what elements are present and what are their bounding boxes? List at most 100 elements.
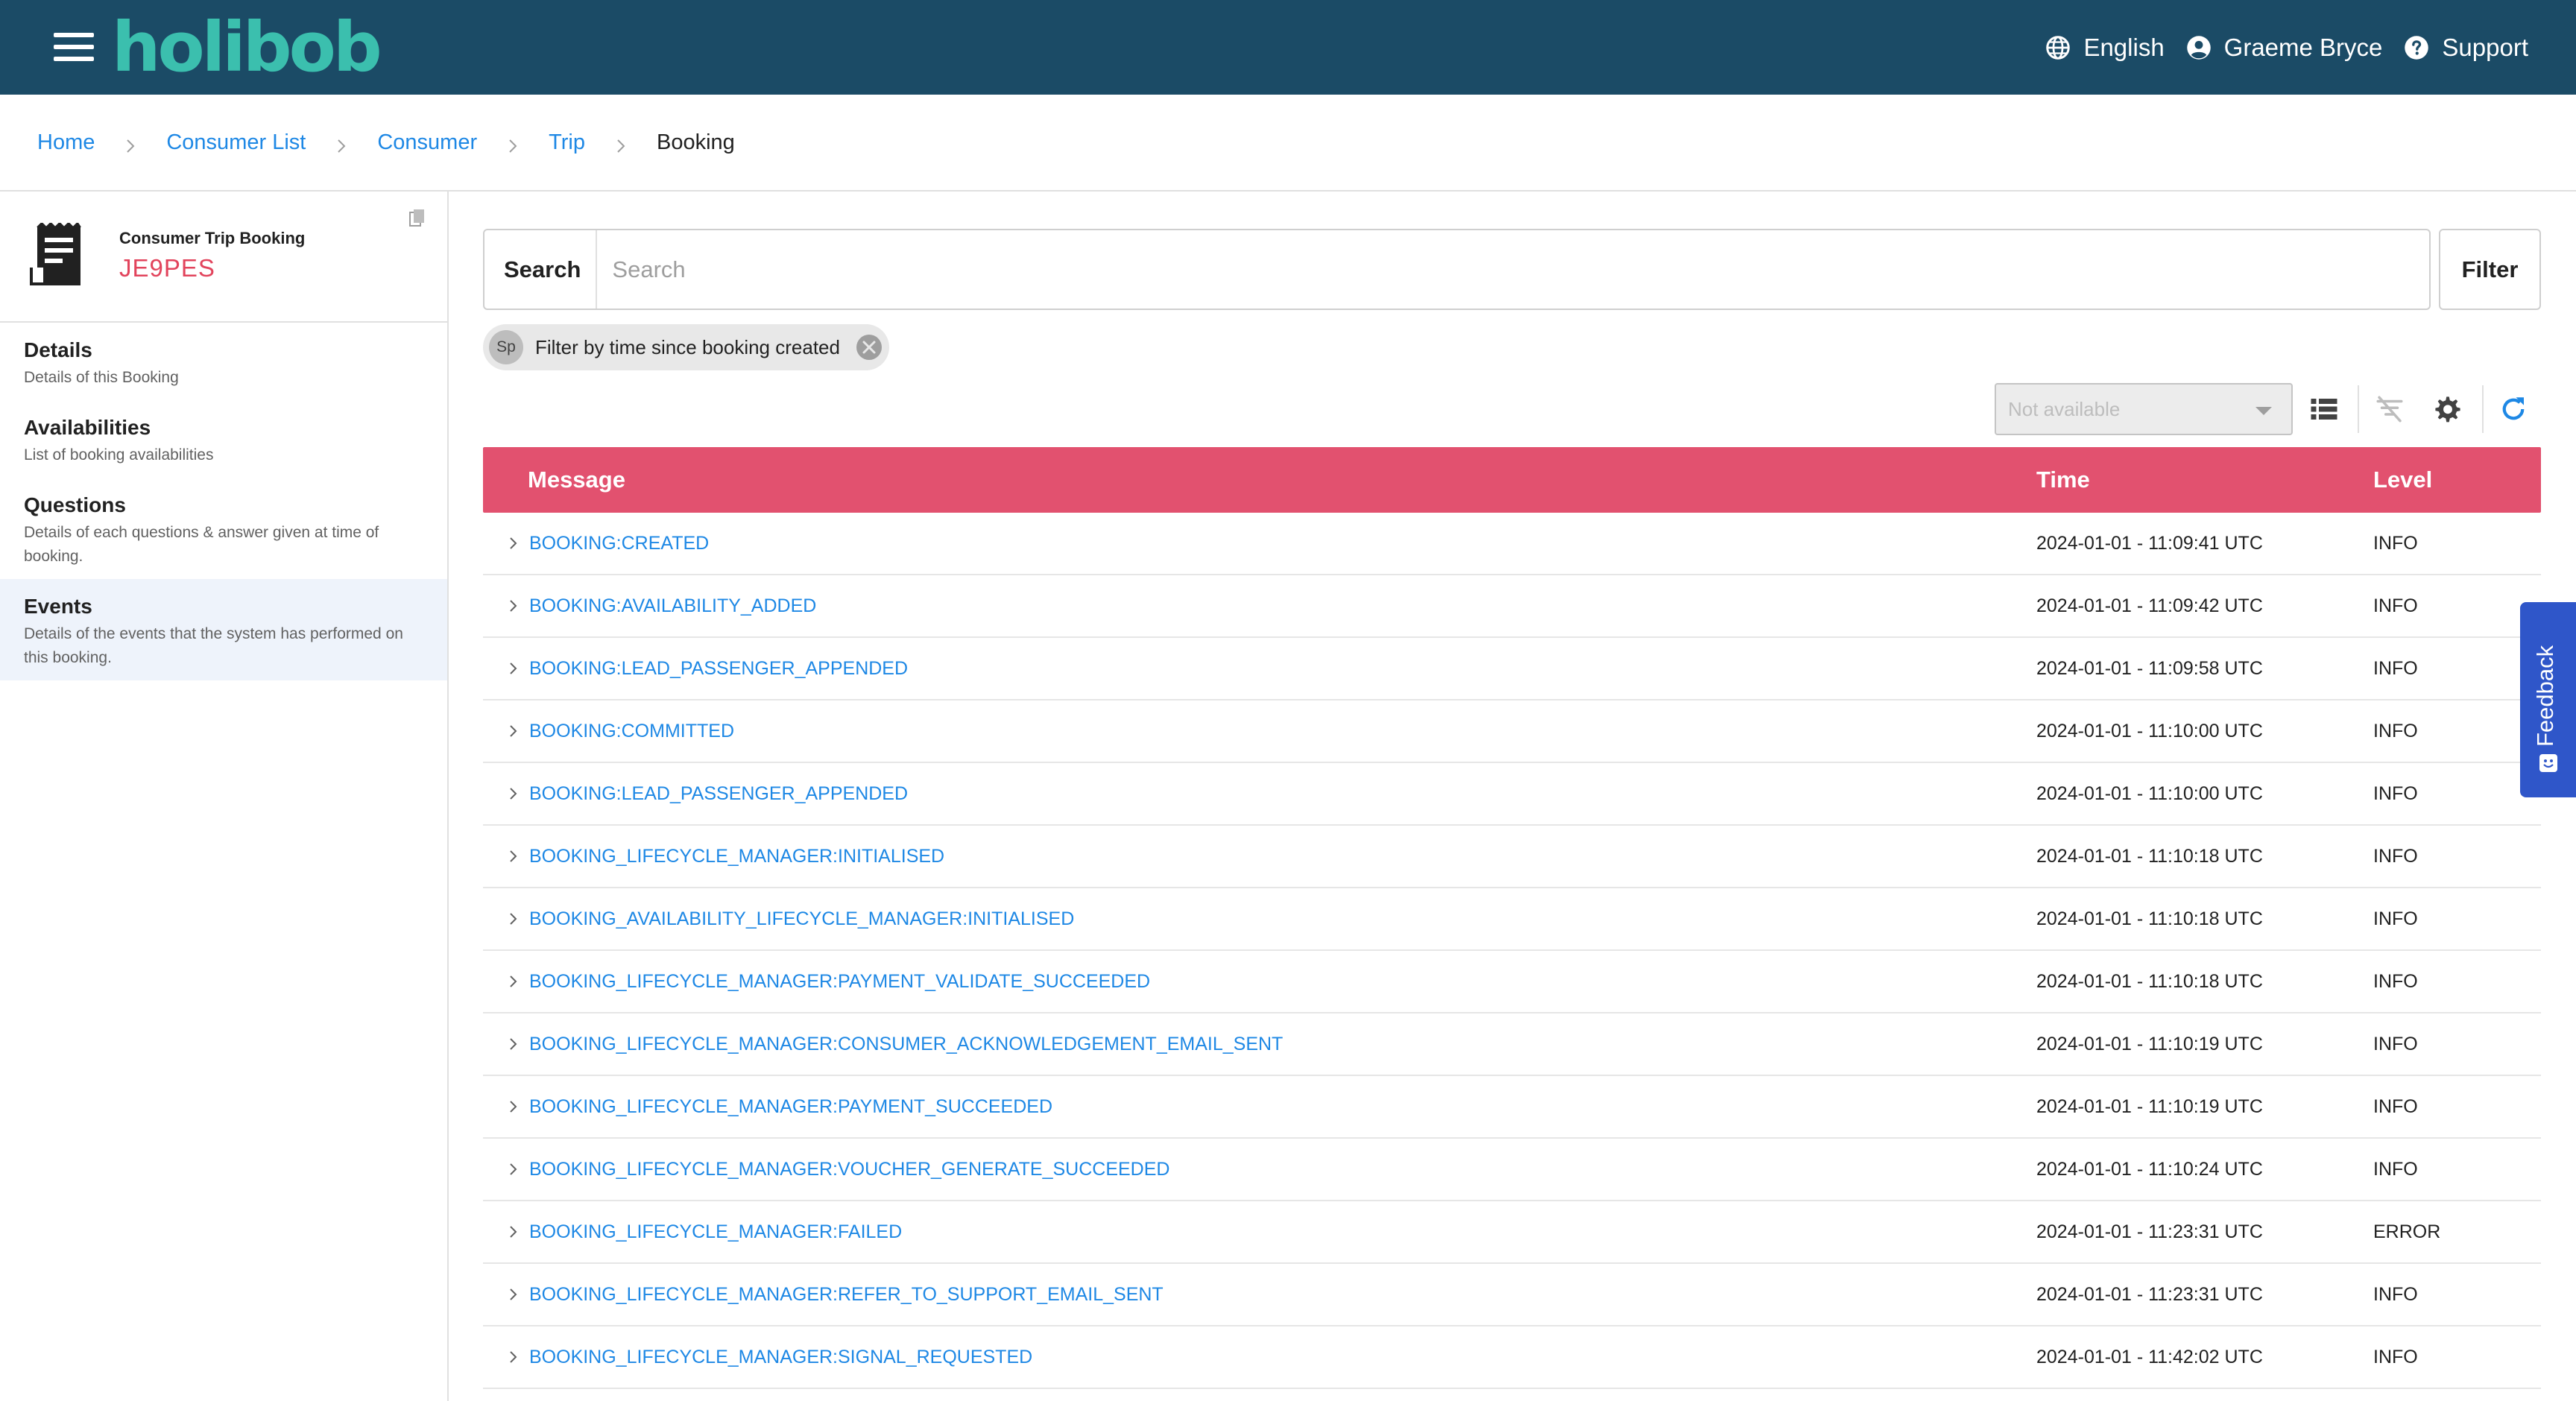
message-cell: BOOKING_LIFECYCLE_MANAGER:FAILED — [483, 1221, 2036, 1243]
event-message-link[interactable]: BOOKING_LIFECYCLE_MANAGER:SIGNAL_REQUEST… — [529, 1347, 1032, 1368]
table-row[interactable]: BOOKING_LIFECYCLE_MANAGER:INITIALISED 202… — [483, 826, 2541, 888]
filter-button[interactable]: Filter — [2439, 229, 2541, 310]
table-row[interactable]: BOOKING:LEAD_PASSENGER_APPENDED 2024-01-0… — [483, 638, 2541, 700]
search-label: Search — [484, 230, 598, 309]
event-message-link[interactable]: BOOKING_LIFECYCLE_MANAGER:CONSUMER_ACKNO… — [529, 1034, 1283, 1055]
event-message-link[interactable]: BOOKING_LIFECYCLE_MANAGER:PAYMENT_SUCCEE… — [529, 1096, 1052, 1118]
table-row[interactable]: BOOKING_LIFECYCLE_MANAGER:REFER_TO_SUPPO… — [483, 1264, 2541, 1326]
table-row[interactable]: BOOKING:COMMITTED 2024-01-01 - 11:10:00 U… — [483, 700, 2541, 763]
chevron-right-icon[interactable] — [505, 1037, 520, 1051]
breadcrumb-consumer[interactable]: Consumer — [377, 130, 477, 155]
refresh-icon[interactable] — [2493, 388, 2534, 430]
chevron-right-icon[interactable] — [505, 1099, 520, 1114]
event-message-link[interactable]: BOOKING_LIFECYCLE_MANAGER:INITIALISED — [529, 846, 944, 867]
toolbar-divider — [2358, 385, 2359, 433]
column-header-level[interactable]: Level — [2373, 467, 2541, 493]
sidebar-item-events[interactable]: Events Details of the events that the sy… — [0, 579, 447, 680]
filter-chip[interactable]: Sp Filter by time since booking created — [483, 324, 889, 370]
time-cell: 2024-01-01 - 11:10:24 UTC — [2036, 1158, 2263, 1180]
sidebar-item-details[interactable]: Details Details of this Booking — [0, 323, 447, 400]
table-row[interactable]: BOOKING_LIFECYCLE_MANAGER:SIGNAL_REQUEST… — [483, 1326, 2541, 1389]
feedback-label: Feedback — [2532, 645, 2558, 747]
chevron-right-icon[interactable] — [505, 536, 520, 551]
event-message-link[interactable]: BOOKING_LIFECYCLE_MANAGER:VOUCHER_GENERA… — [529, 1159, 1169, 1180]
message-cell: BOOKING:COMMITTED — [483, 721, 2036, 742]
chevron-right-icon[interactable] — [505, 661, 520, 676]
gear-icon[interactable] — [2427, 388, 2469, 430]
table-row[interactable]: BOOKING_LIFECYCLE_MANAGER:FAILED 2024-01-… — [483, 1201, 2541, 1264]
close-icon[interactable] — [855, 333, 883, 361]
chevron-right-icon[interactable] — [505, 911, 520, 926]
list-view-icon[interactable] — [2303, 388, 2345, 430]
level-cell: INFO — [2373, 1095, 2418, 1117]
feedback-tab[interactable]: Feedback — [2520, 602, 2576, 797]
top-nav: English Graeme Bryce Support — [2045, 0, 2528, 95]
sidebar-item-availabilities[interactable]: Availabilities List of booking availabil… — [0, 400, 447, 478]
event-message-link[interactable]: BOOKING:LEAD_PASSENGER_APPENDED — [529, 783, 908, 805]
event-message-link[interactable]: BOOKING:LEAD_PASSENGER_APPENDED — [529, 658, 908, 680]
view-select[interactable]: Not available — [1995, 383, 2293, 435]
message-cell: BOOKING:AVAILABILITY_ADDED — [483, 595, 2036, 617]
table-row[interactable]: BOOKING_LIFECYCLE_MANAGER:PAYMENT_VALIDA… — [483, 951, 2541, 1013]
breadcrumb-home[interactable]: Home — [37, 130, 95, 155]
receipt-icon — [30, 223, 81, 285]
table-row[interactable]: BOOKING_LIFECYCLE_MANAGER:VOUCHER_GENERA… — [483, 1139, 2541, 1201]
event-message-link[interactable]: BOOKING:AVAILABILITY_ADDED — [529, 595, 816, 617]
column-header-message[interactable]: Message — [483, 467, 2036, 493]
booking-summary: Consumer Trip Booking JE9PES — [0, 192, 447, 323]
table-row[interactable]: BOOKING_AVAILABILITY_LIFECYCLE_MANAGER:I… — [483, 888, 2541, 951]
support-link[interactable]: Support — [2403, 34, 2528, 62]
event-message-link[interactable]: BOOKING_LIFECYCLE_MANAGER:PAYMENT_VALIDA… — [529, 971, 1150, 993]
message-cell: BOOKING_LIFECYCLE_MANAGER:PAYMENT_VALIDA… — [483, 971, 2036, 993]
event-message-link[interactable]: BOOKING:CREATED — [529, 533, 709, 554]
time-cell: 2024-01-01 - 11:10:18 UTC — [2036, 845, 2263, 867]
sidebar-item-label: Events — [24, 595, 92, 618]
level-cell: INFO — [2373, 1283, 2418, 1305]
holibob-logo[interactable]: holibob — [112, 10, 382, 85]
level-cell: INFO — [2373, 720, 2418, 741]
copy-icon[interactable] — [408, 208, 426, 229]
table-row[interactable]: BOOKING:LEAD_PASSENGER_APPENDED 2024-01-0… — [483, 763, 2541, 826]
hamburger-menu-icon[interactable] — [54, 33, 94, 61]
chevron-down-icon — [2255, 407, 2272, 415]
language-selector[interactable]: English — [2045, 34, 2165, 62]
breadcrumb-trip[interactable]: Trip — [549, 130, 585, 155]
chevron-right-icon[interactable] — [505, 724, 520, 739]
booking-type-title: Consumer Trip Booking — [119, 229, 306, 247]
time-cell: 2024-01-01 - 11:09:42 UTC — [2036, 595, 2263, 616]
level-cell: INFO — [2373, 595, 2418, 616]
event-message-link[interactable]: BOOKING_AVAILABILITY_LIFECYCLE_MANAGER:I… — [529, 908, 1074, 930]
chevron-right-icon[interactable] — [505, 598, 520, 613]
time-cell: 2024-01-01 - 11:10:00 UTC — [2036, 782, 2263, 804]
chevron-right-icon[interactable] — [505, 849, 520, 864]
level-cell: INFO — [2373, 1033, 2418, 1054]
chevron-right-icon — [334, 135, 349, 153]
chevron-right-icon[interactable] — [505, 1287, 520, 1302]
table-row[interactable]: BOOKING_LIFECYCLE_MANAGER:PAYMENT_SUCCEE… — [483, 1076, 2541, 1139]
chevron-right-icon[interactable] — [505, 974, 520, 989]
filter-off-icon[interactable] — [2369, 388, 2411, 430]
sidebar-item-questions[interactable]: Questions Details of each questions & an… — [0, 478, 447, 579]
event-message-link[interactable]: BOOKING:COMMITTED — [529, 721, 734, 742]
chevron-right-icon[interactable] — [505, 1224, 520, 1239]
level-cell: ERROR — [2373, 1221, 2441, 1242]
breadcrumb-consumer-list[interactable]: Consumer List — [166, 130, 306, 155]
message-cell: BOOKING_LIFECYCLE_MANAGER:INITIALISED — [483, 846, 2036, 867]
message-cell: BOOKING:LEAD_PASSENGER_APPENDED — [483, 658, 2036, 680]
search-input[interactable] — [597, 256, 2429, 283]
table-row[interactable]: BOOKING:AVAILABILITY_ADDED 2024-01-01 - 1… — [483, 575, 2541, 638]
table-row[interactable]: BOOKING:CREATED 2024-01-01 - 11:09:41 UTC… — [483, 513, 2541, 575]
user-menu[interactable]: Graeme Bryce — [2185, 34, 2382, 62]
chevron-right-icon[interactable] — [505, 1162, 520, 1177]
time-cell: 2024-01-01 - 11:10:18 UTC — [2036, 970, 2263, 992]
sidebar-item-desc: Details of this Booking — [24, 369, 179, 386]
event-message-link[interactable]: BOOKING_LIFECYCLE_MANAGER:FAILED — [529, 1221, 902, 1243]
sidebar-item-desc: List of booking availabilities — [24, 446, 214, 464]
globe-icon — [2046, 35, 2071, 60]
event-message-link[interactable]: BOOKING_LIFECYCLE_MANAGER:REFER_TO_SUPPO… — [529, 1284, 1164, 1306]
table-row[interactable]: BOOKING_LIFECYCLE_MANAGER:CONSUMER_ACKNO… — [483, 1013, 2541, 1076]
column-header-time[interactable]: Time — [2036, 467, 2373, 493]
chip-label: Filter by time since booking created — [535, 335, 840, 358]
chevron-right-icon[interactable] — [505, 1350, 520, 1364]
chevron-right-icon[interactable] — [505, 786, 520, 801]
